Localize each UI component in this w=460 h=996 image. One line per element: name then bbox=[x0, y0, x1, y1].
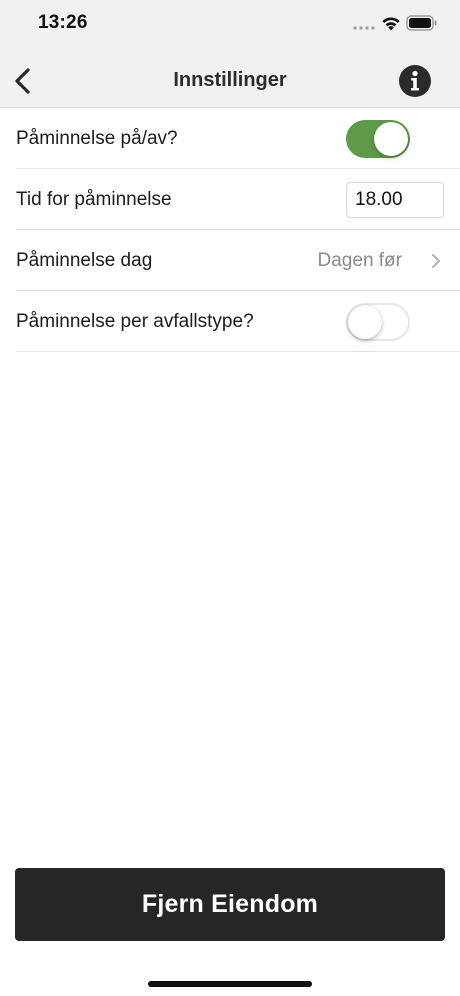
setting-row-reminder-day[interactable]: Påminnelse dag Dagen før bbox=[0, 230, 460, 291]
remove-property-label: Fjern Eiendom bbox=[141, 890, 319, 918]
wifi-icon bbox=[382, 17, 400, 31]
battery-icon bbox=[406, 15, 437, 31]
setting-row-per-waste-type: Påminnelse per avfallstype? bbox=[0, 291, 460, 352]
settings-screen: 13:26 Innstillinger Påminnelse på/av? Ti… bbox=[0, 0, 460, 996]
header: 13:26 Innstillinger bbox=[0, 0, 460, 108]
setting-row-reminder-toggle: Påminnelse på/av? bbox=[0, 108, 460, 169]
remove-property-button[interactable]: Fjern Eiendom bbox=[15, 868, 445, 941]
page-title: Innstillinger bbox=[173, 69, 287, 91]
reminder-time-label: Tid for påminnelse bbox=[16, 188, 172, 210]
status-time: 13:26 bbox=[38, 12, 88, 33]
reminder-toggle-label: Påminnelse på/av? bbox=[16, 127, 178, 149]
reminder-toggle-switch[interactable] bbox=[346, 119, 410, 158]
home-indicator bbox=[148, 981, 312, 987]
row-divider bbox=[16, 351, 460, 352]
reminder-day-label: Påminnelse dag bbox=[16, 249, 153, 271]
toggle-knob bbox=[348, 304, 382, 339]
info-icon[interactable] bbox=[398, 64, 432, 98]
chevron-right-icon bbox=[432, 253, 440, 268]
toggle-knob bbox=[374, 121, 408, 156]
per-waste-type-label: Påminnelse per avfallstype? bbox=[16, 310, 254, 332]
reminder-day-value: Dagen før bbox=[317, 249, 402, 271]
setting-row-reminder-time: Tid for påminnelse 18.00 bbox=[0, 169, 460, 230]
reminder-time-field[interactable]: 18.00 bbox=[346, 181, 444, 218]
cellular-signal-icon bbox=[353, 26, 375, 30]
per-waste-type-toggle-switch[interactable] bbox=[346, 302, 410, 341]
